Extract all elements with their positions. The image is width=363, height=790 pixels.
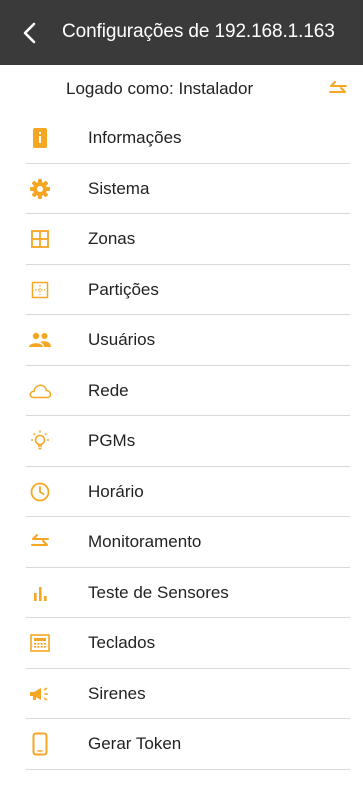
cloud-icon — [28, 379, 52, 403]
menu-item-teclados[interactable]: Teclados — [0, 618, 363, 669]
clock-icon — [28, 480, 52, 504]
menu-item-label: Usuários — [88, 330, 156, 350]
menu-item-particoes[interactable]: Partições — [0, 265, 363, 315]
header-bar: Configurações de 192.168.1.163 — [0, 0, 363, 65]
lightbulb-icon — [28, 429, 52, 453]
info-phone-icon — [28, 126, 52, 150]
menu-item-label: Horário — [88, 481, 144, 501]
menu-item-pgms[interactable]: PGMs — [0, 416, 363, 467]
settings-screen: Configurações de 192.168.1.163 Logado co… — [0, 0, 363, 790]
divider — [26, 768, 350, 770]
menu-item-label: Monitoramento — [88, 532, 202, 552]
swap-arrows-icon — [28, 530, 52, 554]
menu-item-label: Zonas — [88, 229, 136, 249]
menu-item-gerar-token[interactable]: Gerar Token — [0, 719, 363, 770]
menu-item-label: PGMs — [88, 431, 136, 451]
partition-icon — [28, 278, 52, 302]
menu-item-informacoes[interactable]: Informações — [0, 113, 363, 164]
phone-icon — [28, 732, 52, 756]
page-title: Configurações de 192.168.1.163 — [62, 21, 335, 42]
grid-icon — [28, 227, 52, 251]
menu-item-label: Sistema — [88, 178, 150, 198]
swap-arrows-icon — [329, 81, 347, 93]
switch-user-button[interactable] — [327, 79, 349, 99]
gear-icon — [28, 177, 52, 201]
back-button[interactable] — [14, 18, 44, 48]
logged-in-label: Logado como: Instalador — [66, 79, 254, 98]
logged-in-row: Logado como: Instalador — [0, 65, 363, 113]
chevron-left-icon — [23, 22, 36, 44]
menu-item-sistema[interactable]: Sistema — [0, 164, 363, 214]
users-icon — [28, 328, 52, 352]
menu-item-rede[interactable]: Rede — [0, 366, 363, 416]
menu-item-horario[interactable]: Horário — [0, 467, 363, 517]
menu-item-label: Teclados — [88, 633, 156, 653]
menu-item-label: Partições — [88, 279, 159, 299]
menu-item-label: Gerar Token — [88, 734, 182, 754]
menu-item-label: Informações — [88, 128, 182, 148]
bar-chart-icon — [28, 581, 52, 605]
keypad-icon — [28, 631, 52, 655]
menu-item-monitoramento[interactable]: Monitoramento — [0, 517, 363, 568]
menu-item-teste-de-sensores[interactable]: Teste de Sensores — [0, 568, 363, 618]
settings-menu: Informações Sistema Zonas Partições Usuá… — [0, 113, 363, 770]
menu-item-label: Teste de Sensores — [88, 582, 229, 602]
menu-item-sirenes[interactable]: Sirenes — [0, 669, 363, 719]
menu-item-usuarios[interactable]: Usuários — [0, 315, 363, 366]
megaphone-icon — [28, 682, 52, 706]
menu-item-label: Sirenes — [88, 683, 146, 703]
menu-item-label: Rede — [88, 380, 129, 400]
menu-item-zonas[interactable]: Zonas — [0, 214, 363, 265]
